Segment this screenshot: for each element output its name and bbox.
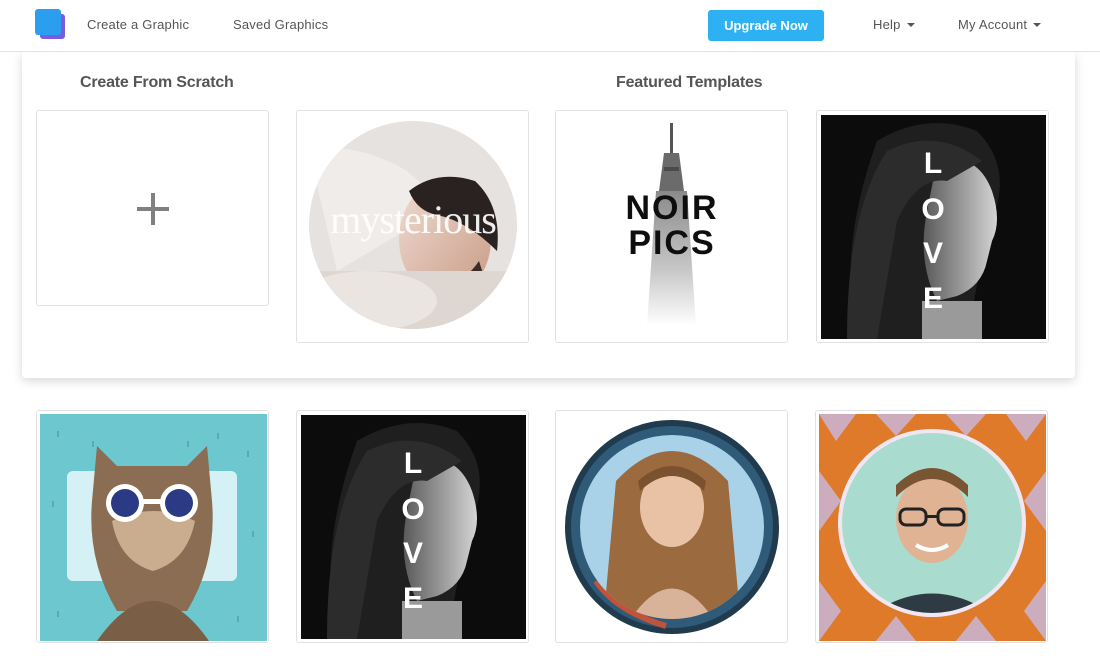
template-card-noir-pics[interactable]: NOIR PICS — [555, 110, 788, 343]
upgrade-now-button[interactable]: Upgrade Now — [708, 10, 824, 41]
grid-template-man-mosaic[interactable] — [815, 410, 1048, 643]
love-letter-v: V — [923, 237, 943, 270]
nav-saved-graphics-link[interactable]: Saved Graphics — [233, 17, 328, 32]
nav-create-graphic-link[interactable]: Create a Graphic — [87, 17, 189, 32]
create-from-scratch-card[interactable] — [36, 110, 269, 306]
grid-love-letter-o: O — [401, 493, 424, 526]
noir-text: NOIR — [626, 189, 719, 227]
my-account-label: My Account — [958, 17, 1028, 32]
create-from-scratch-title: Create From Scratch — [80, 74, 234, 91]
grid-template-woman-circle[interactable] — [555, 410, 788, 643]
grid-template-cat-sunglasses[interactable] — [36, 410, 269, 643]
featured-templates-title: Featured Templates — [616, 74, 763, 91]
help-caret-icon — [906, 22, 915, 27]
nav-my-account-dropdown[interactable]: My Account — [958, 17, 1042, 32]
mysterious-text: mysterious — [330, 197, 496, 242]
love-letter-o: O — [921, 193, 944, 226]
logo-front-square — [35, 9, 61, 35]
grid-love-letter-v: V — [403, 537, 423, 570]
woman-portrait-circle-icon — [556, 411, 787, 642]
love-letter-l: L — [924, 147, 942, 180]
help-label: Help — [873, 17, 901, 32]
app-logo-icon[interactable] — [35, 9, 67, 41]
love-letter-e: E — [923, 282, 943, 315]
template-card-love[interactable]: L O V E — [816, 110, 1049, 343]
create-graphic-dropdown-panel: Create From Scratch Featured Templates m… — [22, 52, 1075, 378]
grid-template-love[interactable]: L O V E — [296, 410, 529, 643]
man-portrait-mosaic-icon — [816, 411, 1047, 642]
upgrade-now-label: Upgrade Now — [724, 18, 808, 33]
love-portrait-image: L O V E — [297, 411, 528, 642]
plus-icon — [137, 193, 169, 225]
pics-text: PICS — [628, 224, 715, 262]
noir-pics-template-image: NOIR PICS — [556, 111, 787, 342]
love-template-image: L O V E — [817, 111, 1048, 342]
grid-love-letter-e: E — [403, 582, 423, 615]
nav-help-dropdown[interactable]: Help — [873, 17, 915, 32]
cat-sunglasses-icon — [37, 411, 268, 642]
grid-love-letter-l: L — [404, 447, 422, 480]
top-navigation-bar: Create a Graphic Saved Graphics Upgrade … — [0, 0, 1100, 52]
mysterious-template-image: mysterious — [297, 111, 528, 342]
account-caret-icon — [1033, 22, 1042, 27]
template-card-mysterious[interactable]: mysterious — [296, 110, 529, 343]
